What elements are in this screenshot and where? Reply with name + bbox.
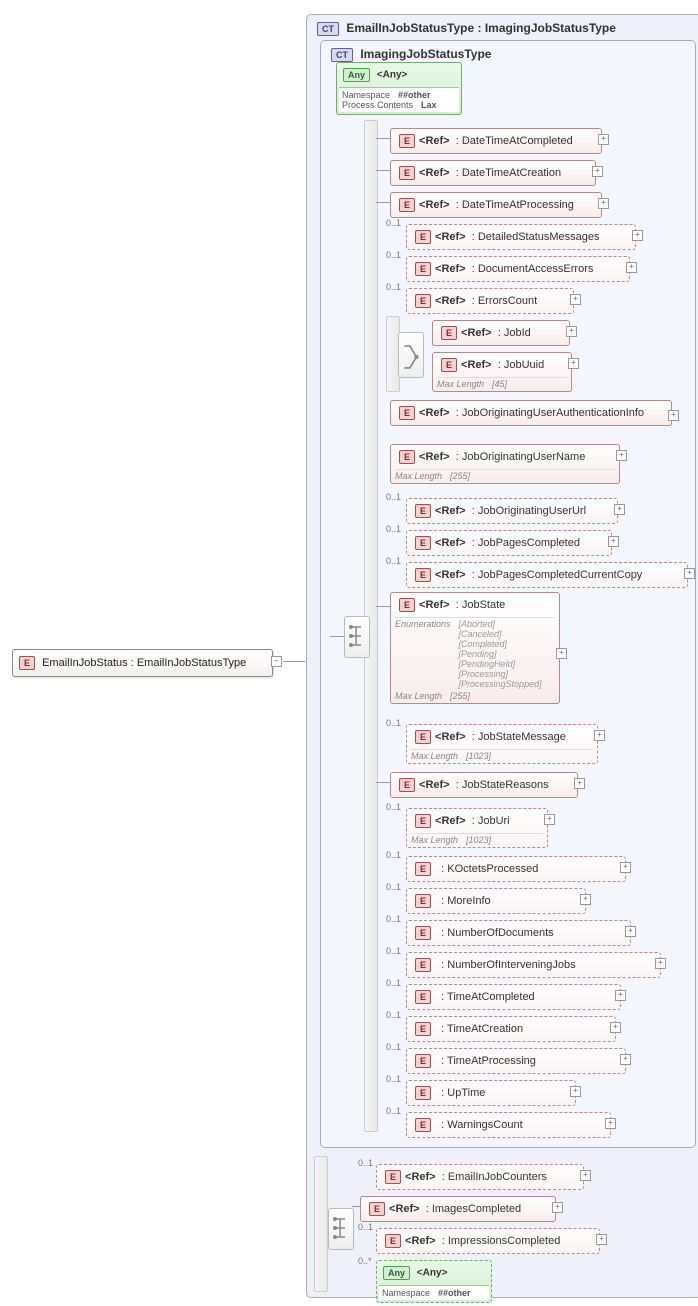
ref-job-orig-user-url[interactable]: E<Ref> : JobOriginatingUserUrl <box>406 498 618 524</box>
ref-document-access-errors[interactable]: E<Ref> : DocumentAccessErrors <box>406 256 630 282</box>
expand-icon[interactable]: + <box>570 294 581 305</box>
expand-icon[interactable]: + <box>580 894 591 905</box>
ref-job-state-reasons[interactable]: E<Ref> : JobStateReasons <box>390 772 578 798</box>
expand-icon[interactable]: + <box>568 358 579 369</box>
expand-icon[interactable]: + <box>605 1118 616 1129</box>
occurrence: 0..1 <box>386 802 401 812</box>
inner-ct-title: ImagingJobStatusType <box>360 47 491 61</box>
occurrence: 0..1 <box>358 1222 373 1232</box>
ref-job-uri[interactable]: E<Ref> : JobUri Max Length[1023] <box>406 808 548 848</box>
root-element[interactable]: E EmailInJobStatus : EmailInJobStatusTyp… <box>12 649 273 677</box>
expand-icon[interactable]: + <box>592 166 603 177</box>
expand-icon[interactable]: + <box>620 1054 631 1065</box>
any-title: <Any> <box>377 70 408 81</box>
ref-tail-5[interactable]: E : TimeAtCreation <box>406 1016 616 1042</box>
occurrence: 0..1 <box>386 914 401 924</box>
any-title: <Any> <box>417 1268 448 1279</box>
occurrence: 0..1 <box>386 882 401 892</box>
expand-icon[interactable]: + <box>632 230 643 241</box>
occurrence: 0..1 <box>386 250 401 260</box>
ref-job-state[interactable]: E<Ref> : JobState Enumerations[Aborted][… <box>390 592 560 704</box>
ref-job-state-message[interactable]: E<Ref> : JobStateMessage Max Length[1023… <box>406 724 598 764</box>
expand-icon[interactable]: + <box>615 990 626 1001</box>
any-badge: Any <box>343 68 370 82</box>
ref-datetime-at-processing[interactable]: E<Ref> : DateTimeAtProcessing <box>390 192 602 218</box>
occurrence: 0..1 <box>386 1010 401 1020</box>
occurrence: 0..1 <box>386 218 401 228</box>
expand-icon[interactable]: + <box>570 1086 581 1097</box>
ref-emailin-job-counters[interactable]: E<Ref> : EmailInJobCounters <box>376 1164 584 1190</box>
occurrence: 0..1 <box>386 556 401 566</box>
expand-icon[interactable]: − <box>271 656 282 667</box>
ref-datetime-at-completed[interactable]: E<Ref> : DateTimeAtCompleted <box>390 128 602 154</box>
any-wildcard-top[interactable]: Any <Any> Namespace##other Process Conte… <box>336 62 462 115</box>
ref-tail-1[interactable]: E : MoreInfo <box>406 888 586 914</box>
ref-job-pages-completed[interactable]: E<Ref> : JobPagesCompleted <box>406 530 612 556</box>
outer-ct-title: EmailInJobStatusType : ImagingJobStatusT… <box>346 21 616 35</box>
expand-icon[interactable]: + <box>598 198 609 209</box>
element-badge: E <box>19 656 35 670</box>
ref-tail-0[interactable]: E : KOctetsProcessed <box>406 856 626 882</box>
ref-images-completed[interactable]: E<Ref> : ImagesCompleted <box>360 1196 556 1222</box>
ref-impressions-completed[interactable]: E<Ref> : ImpressionsCompleted <box>376 1228 600 1254</box>
expand-icon[interactable]: + <box>552 1202 563 1213</box>
expand-icon[interactable]: + <box>596 1234 607 1245</box>
ref-tail-3[interactable]: E : NumberOfInterveningJobs <box>406 952 661 978</box>
expand-icon[interactable]: + <box>610 1022 621 1033</box>
ref-errors-count[interactable]: E<Ref> : ErrorsCount <box>406 288 574 314</box>
ref-job-pages-completed-current-copy[interactable]: E<Ref> : JobPagesCompletedCurrentCopy <box>406 562 688 588</box>
expand-icon[interactable]: + <box>598 134 609 145</box>
expand-icon[interactable]: + <box>544 814 555 825</box>
occurrence: 0..1 <box>386 524 401 534</box>
expand-icon[interactable]: + <box>684 568 695 579</box>
expand-icon[interactable]: + <box>580 1170 591 1181</box>
expand-icon[interactable]: + <box>668 410 679 421</box>
expand-icon[interactable]: + <box>625 926 636 937</box>
occurrence: 0..1 <box>386 492 401 502</box>
expand-icon[interactable]: + <box>594 730 605 741</box>
sequence-compositor-main[interactable] <box>344 616 370 658</box>
occurrence: 0..1 <box>386 978 401 988</box>
sequence-compositor-outer[interactable] <box>328 1208 354 1250</box>
root-element-label: EmailInJobStatus : EmailInJobStatusType <box>42 657 246 669</box>
sequence-bar-outer <box>314 1156 328 1292</box>
ref-tail-4[interactable]: E : TimeAtCompleted <box>406 984 621 1010</box>
expand-icon[interactable]: + <box>556 648 567 659</box>
ref-datetime-at-creation[interactable]: E<Ref> : DateTimeAtCreation <box>390 160 596 186</box>
occurrence: 0..1 <box>386 718 401 728</box>
ref-job-orig-user-name[interactable]: E<Ref> : JobOriginatingUserName Max Leng… <box>390 444 620 484</box>
occurrence: 0..1 <box>386 1106 401 1116</box>
choice-compositor-jobid[interactable] <box>398 332 424 378</box>
expand-icon[interactable]: + <box>616 450 627 461</box>
occurrence: 0..1 <box>386 850 401 860</box>
ref-tail-6[interactable]: E : TimeAtProcessing <box>406 1048 626 1074</box>
occurrence: 0..1 <box>386 1042 401 1052</box>
any-wildcard-bottom[interactable]: Any <Any> Namespace##other <box>376 1260 492 1303</box>
occurrence: 0..1 <box>386 946 401 956</box>
ref-tail-2[interactable]: E : NumberOfDocuments <box>406 920 631 946</box>
expand-icon[interactable]: + <box>566 326 577 337</box>
occurrence: 0..1 <box>386 1074 401 1084</box>
ref-tail-7[interactable]: E : UpTime <box>406 1080 576 1106</box>
expand-icon[interactable]: + <box>608 536 619 547</box>
occurrence: 0..1 <box>358 1158 373 1168</box>
ct-badge: CT <box>317 22 339 36</box>
any-badge: Any <box>383 1266 410 1280</box>
expand-icon[interactable]: + <box>626 262 637 273</box>
expand-icon[interactable]: + <box>620 862 631 873</box>
occurrence: 0..* <box>358 1256 372 1266</box>
expand-icon[interactable]: + <box>614 504 625 515</box>
ref-detailed-status-messages[interactable]: E<Ref> : DetailedStatusMessages <box>406 224 636 250</box>
expand-icon[interactable]: + <box>574 778 585 789</box>
ref-job-orig-auth-info[interactable]: E<Ref> : JobOriginatingUserAuthenticatio… <box>390 400 672 426</box>
ref-job-uuid[interactable]: E<Ref> : JobUuid Max Length[45] <box>432 352 572 392</box>
ref-tail-8[interactable]: E : WarningsCount <box>406 1112 611 1138</box>
ref-job-id[interactable]: E<Ref> : JobId <box>432 320 570 346</box>
expand-icon[interactable]: + <box>655 958 666 969</box>
ct-badge: CT <box>331 48 353 62</box>
occurrence: 0..1 <box>386 282 401 292</box>
